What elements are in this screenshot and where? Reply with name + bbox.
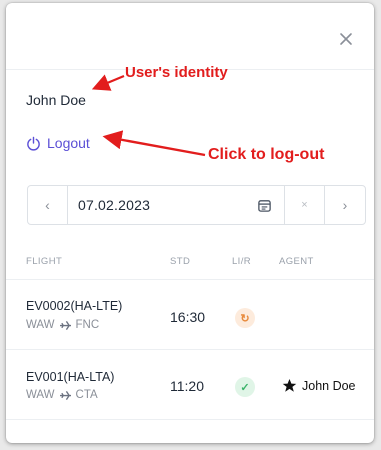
next-date-button[interactable]: ›: [325, 186, 365, 224]
user-identity: John Doe: [26, 92, 86, 108]
logout-link[interactable]: Logout: [26, 133, 90, 153]
calendar-icon[interactable]: [257, 198, 272, 213]
route-origin: WAW: [26, 389, 55, 401]
clear-date-button[interactable]: ×: [285, 186, 325, 224]
chevron-right-icon: ›: [342, 197, 348, 213]
chevron-left-icon: ‹: [45, 197, 50, 213]
close-button[interactable]: [336, 29, 356, 49]
route: WAW CTA: [26, 389, 98, 401]
std-time: 16:30: [170, 309, 206, 325]
sync-icon: ↻: [235, 308, 255, 328]
prev-date-button[interactable]: ‹: [28, 186, 68, 224]
route-destination: FNC: [75, 319, 100, 331]
col-agent: AGENT: [279, 256, 314, 267]
close-icon: [340, 33, 352, 45]
table-row[interactable]: EV0002(HA-LTE) WAW FNC 16:30 ↻: [6, 287, 374, 347]
annotation-identity: User's identity: [125, 64, 228, 81]
plane-icon: [59, 320, 71, 330]
date-field[interactable]: 07.02.2023: [68, 186, 285, 224]
col-lir: LI/R: [232, 256, 252, 267]
flight-code: EV001(HA-LTA): [26, 370, 115, 384]
date-picker: ‹ 07.02.2023 × ›: [27, 185, 366, 225]
date-value: 07.02.2023: [78, 197, 151, 213]
flight-code: EV0002(HA-LTE): [26, 299, 123, 313]
route-destination: CTA: [75, 389, 98, 401]
route-origin: WAW: [26, 319, 55, 331]
route: WAW FNC: [26, 319, 99, 331]
divider: [6, 419, 374, 420]
agent-name: John Doe: [302, 378, 356, 393]
close-icon: ×: [301, 199, 308, 211]
std-time: 11:20: [170, 378, 204, 394]
power-icon: [27, 136, 40, 150]
divider: [6, 349, 374, 350]
table-header: FLIGHT STD LI/R AGENT: [6, 245, 374, 275]
star-icon: [282, 378, 297, 392]
plane-icon: [59, 390, 71, 400]
annotation-logout: Click to log-out: [208, 146, 325, 163]
divider: [6, 279, 374, 280]
table-row[interactable]: EV001(HA-LTA) WAW CTA 11:20 ✓ John Doe: [6, 356, 374, 416]
col-std: STD: [170, 256, 191, 267]
agent-cell: John Doe: [282, 378, 356, 393]
col-flight: FLIGHT: [26, 256, 63, 267]
logout-label: Logout: [47, 135, 90, 151]
check-icon: ✓: [235, 377, 255, 397]
